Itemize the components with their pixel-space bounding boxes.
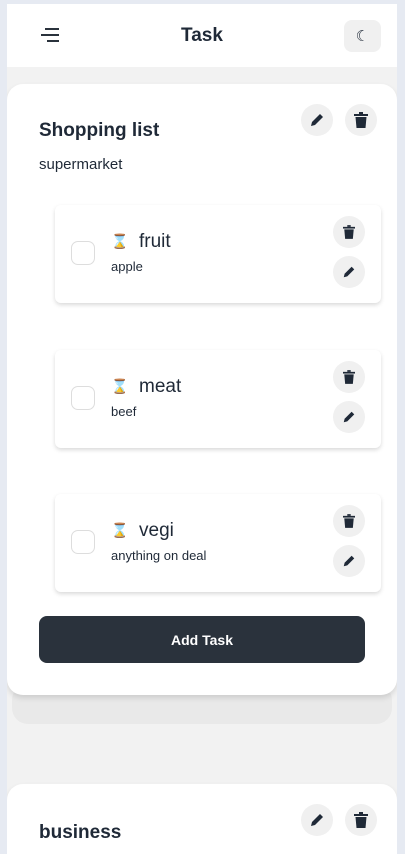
edit-task-button[interactable]: [333, 545, 365, 577]
list-title: business: [39, 822, 122, 843]
task-checkbox[interactable]: [71, 386, 95, 410]
task-description: beef: [111, 404, 137, 419]
edit-list-button[interactable]: [301, 104, 333, 136]
trash-icon: [343, 225, 355, 239]
pencil-icon: [311, 814, 323, 826]
hourglass-icon: ⌛: [111, 233, 129, 249]
menu-icon[interactable]: [37, 28, 59, 44]
delete-list-button[interactable]: [345, 804, 377, 836]
pencil-icon: [343, 555, 355, 567]
add-task-button[interactable]: Add Task: [39, 616, 365, 663]
hourglass-icon: ⌛: [111, 522, 129, 538]
task-item: ⌛ meat beef: [55, 350, 381, 448]
delete-task-button[interactable]: [333, 505, 365, 537]
moon-icon: ☾: [355, 28, 370, 45]
pencil-icon: [343, 411, 355, 423]
app-frame: Task ☾ Shopping list supermarket ⌛ fruit…: [7, 4, 397, 854]
task-name: meat: [139, 376, 182, 397]
task-name: vegi: [139, 520, 174, 541]
task-item: ⌛ vegi anything on deal: [55, 494, 381, 592]
trash-icon: [343, 514, 355, 528]
trash-icon: [354, 812, 368, 828]
list-title: Shopping list: [39, 120, 160, 141]
header: Task ☾: [7, 4, 397, 67]
task-item: ⌛ fruit apple: [55, 205, 381, 303]
edit-task-button[interactable]: [333, 256, 365, 288]
edit-list-button[interactable]: [301, 804, 333, 836]
list-card: Shopping list supermarket ⌛ fruit apple …: [7, 84, 397, 695]
task-checkbox[interactable]: [71, 530, 95, 554]
pencil-icon: [311, 114, 323, 126]
trash-icon: [354, 112, 368, 128]
task-description: apple: [111, 259, 143, 274]
delete-list-button[interactable]: [345, 104, 377, 136]
task-description: anything on deal: [111, 548, 207, 563]
task-name: fruit: [139, 231, 171, 252]
delete-task-button[interactable]: [333, 216, 365, 248]
delete-task-button[interactable]: [333, 361, 365, 393]
hourglass-icon: ⌛: [111, 378, 129, 394]
theme-toggle-button[interactable]: ☾: [344, 20, 381, 52]
list-card: business: [7, 784, 397, 854]
task-checkbox[interactable]: [71, 241, 95, 265]
pencil-icon: [343, 266, 355, 278]
edit-task-button[interactable]: [333, 401, 365, 433]
trash-icon: [343, 370, 355, 384]
list-description: supermarket: [39, 156, 123, 173]
page-title: Task: [181, 24, 223, 46]
